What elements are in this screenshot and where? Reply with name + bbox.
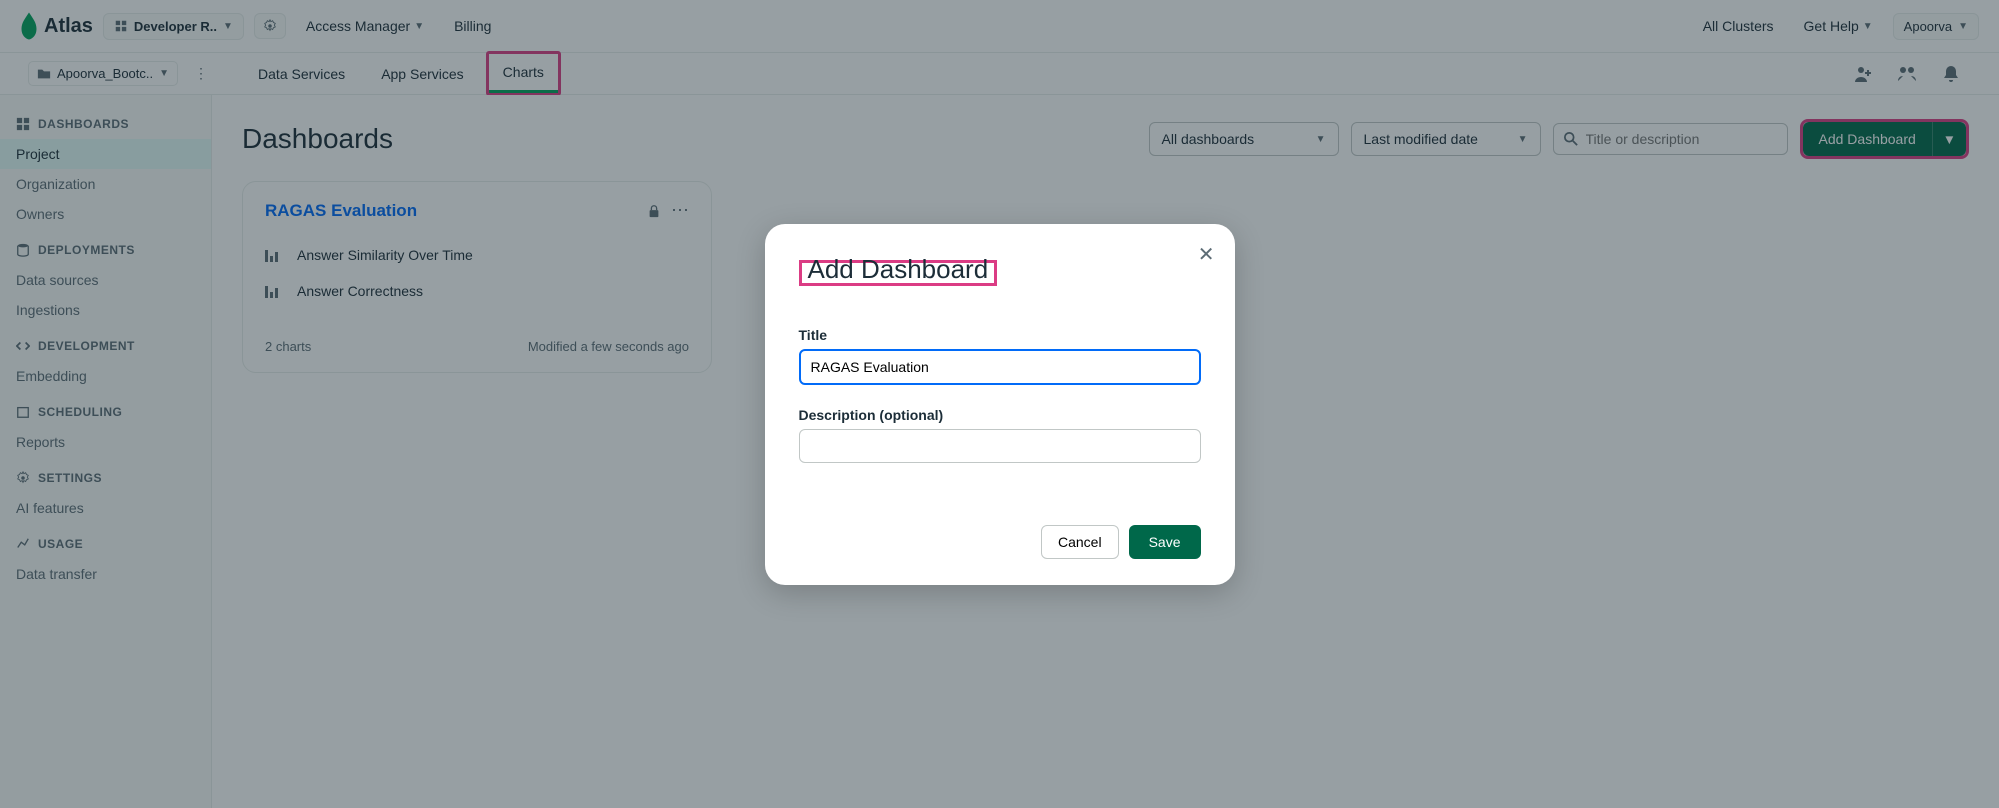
modal-title: Add Dashboard (808, 254, 989, 285)
title-label: Title (799, 327, 1201, 343)
highlight-modal-title: Add Dashboard (799, 260, 998, 286)
description-input[interactable] (799, 429, 1201, 463)
cancel-button[interactable]: Cancel (1041, 525, 1119, 559)
save-button[interactable]: Save (1129, 525, 1201, 559)
close-icon[interactable]: ✕ (1198, 242, 1215, 267)
add-dashboard-modal: ✕ Add Dashboard Title Description (optio… (765, 224, 1235, 585)
description-label: Description (optional) (799, 407, 1201, 423)
modal-overlay: ✕ Add Dashboard Title Description (optio… (0, 0, 1999, 808)
title-input[interactable] (799, 349, 1201, 385)
